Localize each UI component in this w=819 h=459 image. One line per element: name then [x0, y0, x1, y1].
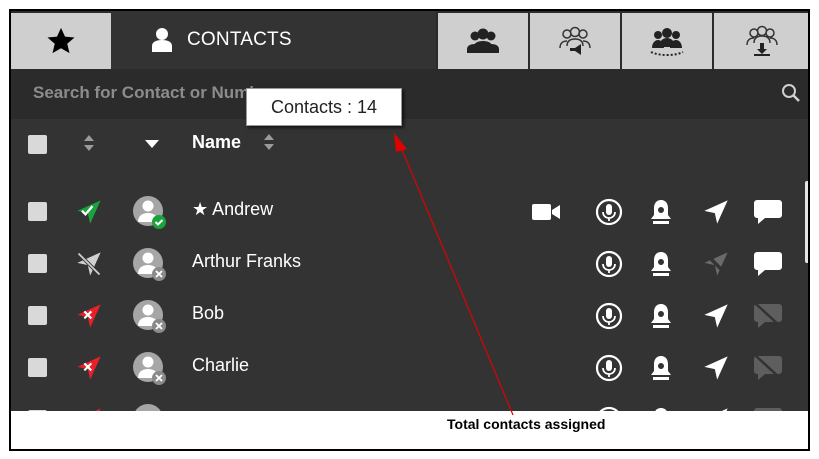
screenshot-frame: CONTACTS Search for Contact or Number Na…	[9, 9, 810, 451]
annotation-label: Total contacts assigned	[447, 416, 606, 432]
annotation-arrow	[394, 133, 514, 416]
